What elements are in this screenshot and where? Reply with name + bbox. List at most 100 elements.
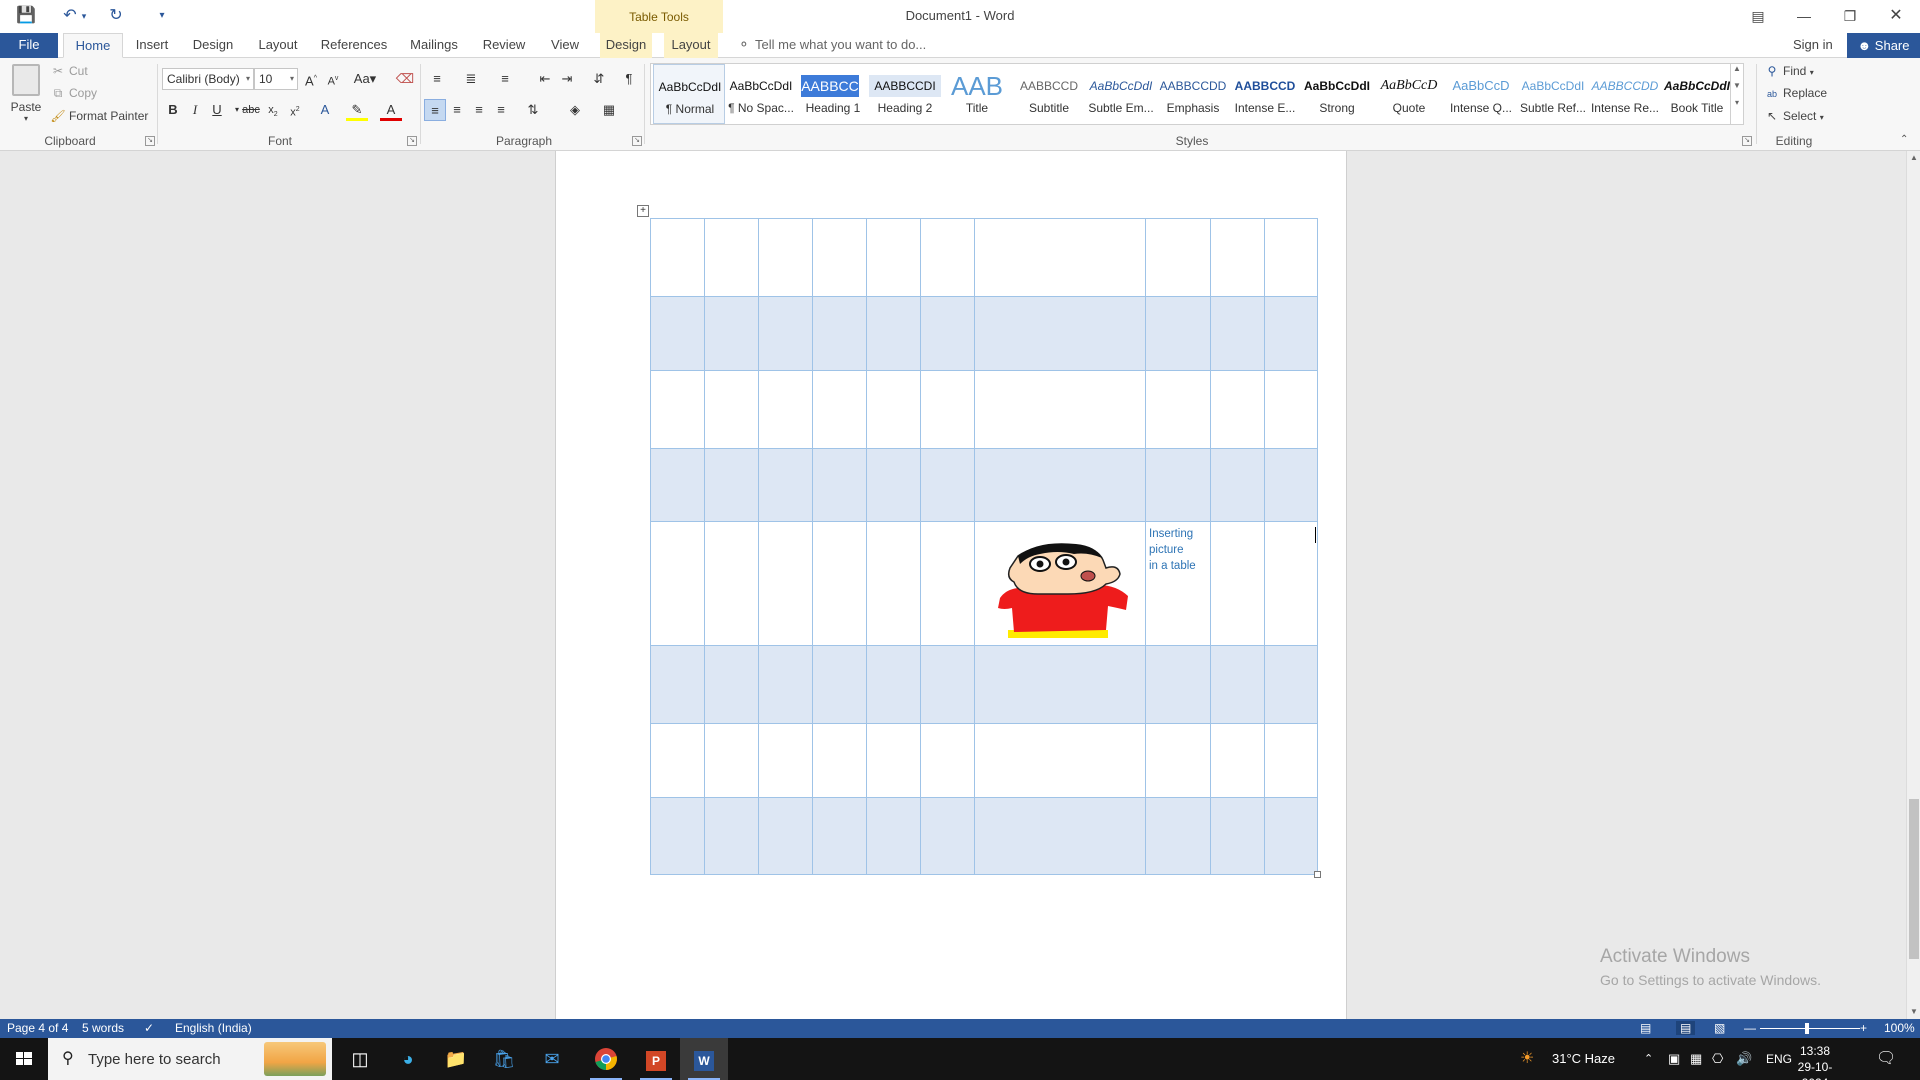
italic-button[interactable]: I bbox=[184, 99, 206, 121]
sort-icon[interactable]: ⇵ bbox=[588, 68, 610, 90]
style-subtle-reference[interactable]: AaBbCcDdI Subtle Ref... bbox=[1517, 64, 1589, 124]
table-cell[interactable] bbox=[920, 448, 975, 522]
table-cell[interactable] bbox=[758, 448, 813, 522]
collapse-ribbon-icon[interactable]: ⌃ bbox=[1900, 134, 1908, 145]
picture-caption[interactable]: Inserting picture in a table bbox=[1149, 526, 1219, 574]
table-cell[interactable] bbox=[1210, 370, 1265, 449]
table-cell[interactable] bbox=[866, 448, 921, 522]
table-cell[interactable] bbox=[704, 448, 759, 522]
table-cell[interactable] bbox=[812, 723, 867, 798]
strikethrough-button[interactable]: abc bbox=[240, 99, 262, 121]
network-icon[interactable]: ⎔ bbox=[1712, 1038, 1723, 1080]
word-count[interactable]: 5 words bbox=[82, 1021, 124, 1035]
table-cell[interactable] bbox=[704, 218, 759, 297]
style-book-title[interactable]: AaBbCcDdI Book Title bbox=[1661, 64, 1733, 124]
table-cell[interactable] bbox=[1264, 723, 1318, 798]
clear-formatting-icon[interactable]: ⌫ bbox=[394, 68, 416, 90]
format-painter-button[interactable]: 🖌 Format Painter bbox=[50, 109, 148, 123]
table-cell[interactable] bbox=[704, 296, 759, 371]
weather-icon[interactable]: ☀ bbox=[1520, 1038, 1534, 1080]
table-cell[interactable] bbox=[974, 723, 1146, 798]
volume-icon[interactable]: 🔊 bbox=[1736, 1038, 1752, 1080]
table-cell[interactable] bbox=[650, 723, 705, 798]
table-cell[interactable] bbox=[650, 218, 705, 297]
powerpoint-icon[interactable]: P bbox=[632, 1038, 680, 1080]
paste-button[interactable]: Paste ▾ bbox=[6, 62, 46, 128]
language-indicator[interactable]: English (India) bbox=[175, 1021, 252, 1035]
table-cell[interactable] bbox=[920, 370, 975, 449]
proofing-icon[interactable]: ✓ bbox=[144, 1021, 154, 1035]
web-layout-icon[interactable]: ▧ bbox=[1714, 1021, 1725, 1035]
line-spacing-icon[interactable]: ⇅ bbox=[522, 99, 544, 121]
table-cell[interactable] bbox=[704, 521, 759, 646]
table-cell[interactable] bbox=[1145, 218, 1211, 297]
table-cell[interactable] bbox=[1264, 218, 1318, 297]
table-cell[interactable] bbox=[1145, 448, 1211, 522]
table-cell[interactable] bbox=[974, 645, 1146, 724]
chevron-up-icon[interactable]: ⌃ bbox=[1644, 1038, 1653, 1080]
grow-font-icon[interactable]: A^ bbox=[300, 68, 322, 90]
table-cell[interactable] bbox=[1264, 448, 1318, 522]
table-cell[interactable] bbox=[758, 218, 813, 297]
style-subtitle[interactable]: AABBCCD Subtitle bbox=[1013, 64, 1085, 124]
tell-me-input[interactable]: Tell me what you want to do... bbox=[755, 37, 926, 52]
table-resize-handle[interactable] bbox=[1314, 871, 1321, 878]
table-cell[interactable] bbox=[866, 218, 921, 297]
table-cell[interactable] bbox=[1264, 645, 1318, 724]
table-cell[interactable] bbox=[758, 723, 813, 798]
tab-mailings[interactable]: Mailings bbox=[404, 33, 464, 58]
align-left-icon[interactable]: ≡ bbox=[424, 99, 446, 121]
table-cell[interactable] bbox=[920, 723, 975, 798]
sign-in-link[interactable]: Sign in bbox=[1793, 37, 1833, 52]
task-view-icon[interactable]: ◫ bbox=[336, 1038, 384, 1080]
clipboard-launcher-icon[interactable]: ↘ bbox=[145, 136, 155, 146]
table-cell[interactable] bbox=[920, 797, 975, 875]
tab-insert[interactable]: Insert bbox=[128, 33, 176, 58]
tab-home[interactable]: Home bbox=[63, 33, 123, 58]
multilevel-list-icon[interactable]: ≡ bbox=[494, 68, 516, 90]
table-cell[interactable] bbox=[812, 645, 867, 724]
table-cell[interactable] bbox=[758, 645, 813, 724]
ribbon-display-options-icon[interactable]: ▤ bbox=[1738, 4, 1778, 28]
table-cell[interactable] bbox=[650, 296, 705, 371]
underline-button[interactable]: U bbox=[206, 99, 228, 121]
style-heading-1[interactable]: AABBCC Heading 1 bbox=[797, 64, 869, 124]
font-size-combo[interactable]: 10 ▾ bbox=[254, 68, 298, 90]
text-effects-icon[interactable]: A bbox=[314, 99, 336, 121]
table-cell[interactable] bbox=[866, 797, 921, 875]
table-cell[interactable] bbox=[758, 296, 813, 371]
table-cell[interactable] bbox=[1210, 645, 1265, 724]
minimize-button[interactable]: — bbox=[1784, 4, 1824, 28]
meet-now-icon[interactable]: ▣ bbox=[1668, 1038, 1680, 1080]
word-icon[interactable]: W bbox=[680, 1038, 728, 1080]
paragraph-launcher-icon[interactable]: ↘ bbox=[632, 136, 642, 146]
table-cell[interactable] bbox=[866, 645, 921, 724]
taskbar-search-box[interactable]: ⚲ Type here to search bbox=[48, 1038, 332, 1080]
table-move-handle-icon[interactable]: + bbox=[637, 205, 649, 217]
bullets-icon[interactable]: ≡ bbox=[426, 68, 448, 90]
style-title[interactable]: AAB Title bbox=[941, 64, 1013, 124]
font-color-icon[interactable]: A bbox=[380, 99, 402, 121]
table-cell[interactable] bbox=[704, 797, 759, 875]
style-no-spacing[interactable]: AaBbCcDdI ¶ No Spac... bbox=[725, 64, 797, 124]
table-cell[interactable] bbox=[758, 370, 813, 449]
style-emphasis[interactable]: AABBCCDD Emphasis bbox=[1157, 64, 1229, 124]
table-cell[interactable] bbox=[1210, 296, 1265, 371]
table-cell[interactable] bbox=[866, 370, 921, 449]
tab-design[interactable]: Design bbox=[188, 33, 238, 58]
scroll-down-icon[interactable]: ▼ bbox=[1907, 1005, 1920, 1019]
table-cell[interactable] bbox=[812, 797, 867, 875]
align-right-icon[interactable]: ≡ bbox=[468, 99, 490, 121]
table-cell[interactable] bbox=[866, 723, 921, 798]
change-case-icon[interactable]: Aa▾ bbox=[350, 68, 380, 90]
decrease-indent-icon[interactable]: ⇤ bbox=[534, 68, 556, 90]
table-cell[interactable] bbox=[920, 645, 975, 724]
show-marks-icon[interactable]: ¶ bbox=[618, 68, 640, 90]
table-cell[interactable] bbox=[812, 296, 867, 371]
zoom-slider[interactable] bbox=[1760, 1028, 1860, 1029]
table-cell[interactable] bbox=[1264, 370, 1318, 449]
store-icon[interactable]: 🛍 bbox=[480, 1038, 528, 1080]
chevron-down-icon[interactable]: ▼ bbox=[1731, 81, 1743, 90]
table-cell[interactable] bbox=[1264, 296, 1318, 371]
undo-dropdown-icon[interactable]: ▾ bbox=[78, 5, 90, 27]
